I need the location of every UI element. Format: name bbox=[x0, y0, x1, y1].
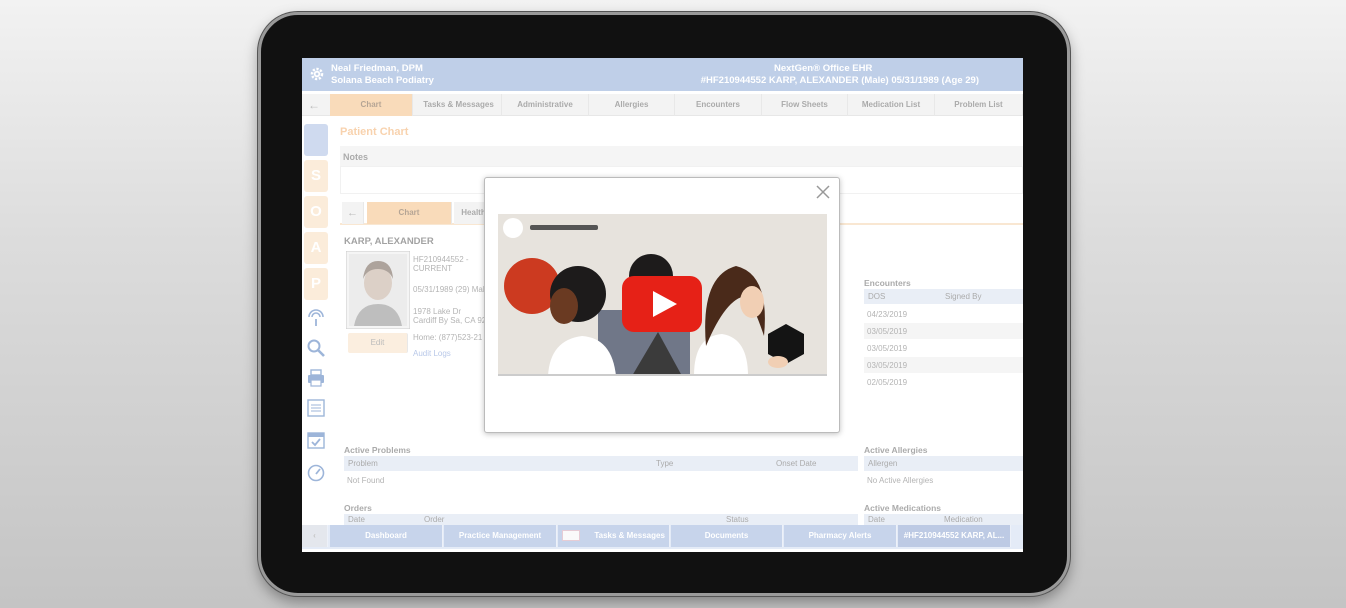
close-icon[interactable] bbox=[815, 184, 831, 200]
video-modal bbox=[484, 177, 840, 433]
video-player[interactable] bbox=[498, 214, 827, 376]
play-icon[interactable] bbox=[622, 276, 702, 332]
